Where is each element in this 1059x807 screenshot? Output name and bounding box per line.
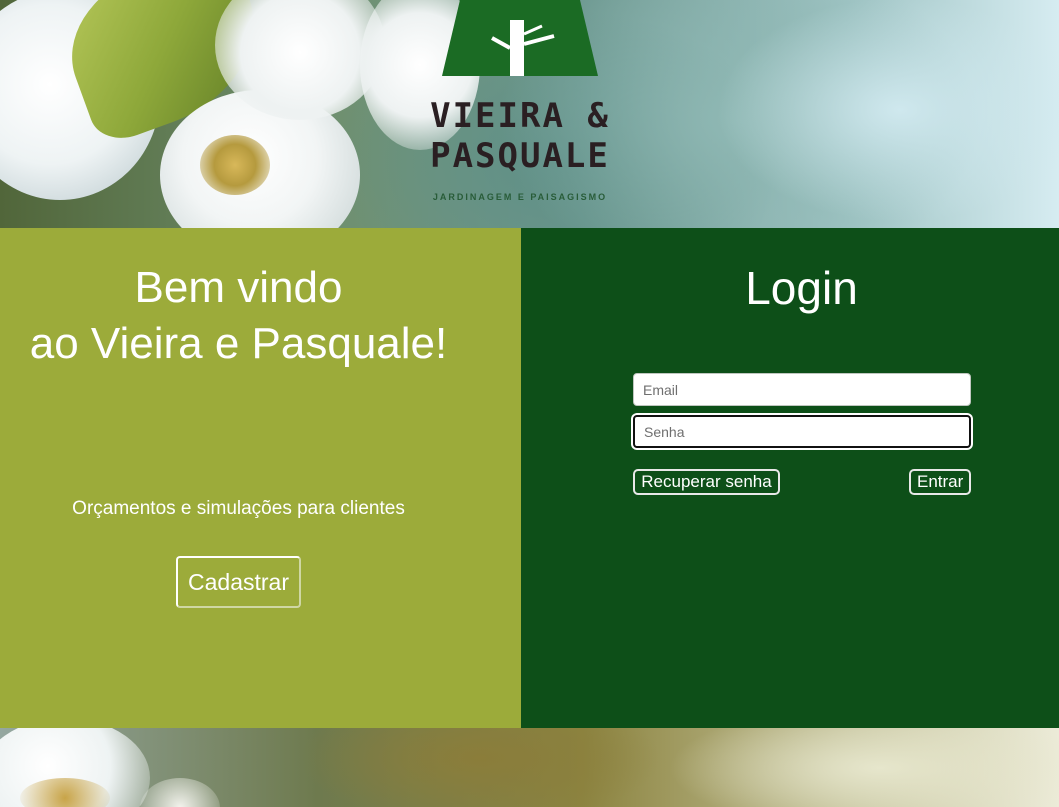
flower-center <box>200 135 270 195</box>
brand-name-line2: PASQUALE <box>430 136 610 176</box>
login-title: Login <box>745 262 858 314</box>
recover-password-button[interactable]: Recuperar senha <box>633 469 780 495</box>
password-input[interactable] <box>633 415 971 448</box>
brand-logo: VIEIRA & PASQUALE JARDINAGEM E PAISAGISM… <box>410 0 630 210</box>
welcome-line2: ao Vieira e Pasquale! <box>29 319 448 368</box>
brand-tagline: JARDINAGEM E PAISAGISMO <box>432 192 608 202</box>
login-panel: Login Recuperar senha Entrar <box>521 228 1059 728</box>
welcome-subtitle: Orçamentos e simulações para clientes <box>72 498 405 519</box>
background-photo-bottom <box>0 728 1059 807</box>
brand-name-line1: VIEIRA & <box>430 96 610 136</box>
login-submit-button[interactable]: Entrar <box>909 469 971 495</box>
tree-logo-icon <box>442 0 598 76</box>
welcome-line1: Bem vindo <box>134 263 343 312</box>
welcome-panel: Bem vindo ao Vieira e Pasquale! Orçament… <box>0 228 521 728</box>
email-input[interactable] <box>633 373 971 406</box>
hero-banner: VIEIRA & PASQUALE JARDINAGEM E PAISAGISM… <box>0 0 1059 228</box>
register-button[interactable]: Cadastrar <box>176 556 301 608</box>
flower-petal <box>140 778 220 807</box>
welcome-heading: Bem vindo ao Vieira e Pasquale! <box>0 260 477 372</box>
